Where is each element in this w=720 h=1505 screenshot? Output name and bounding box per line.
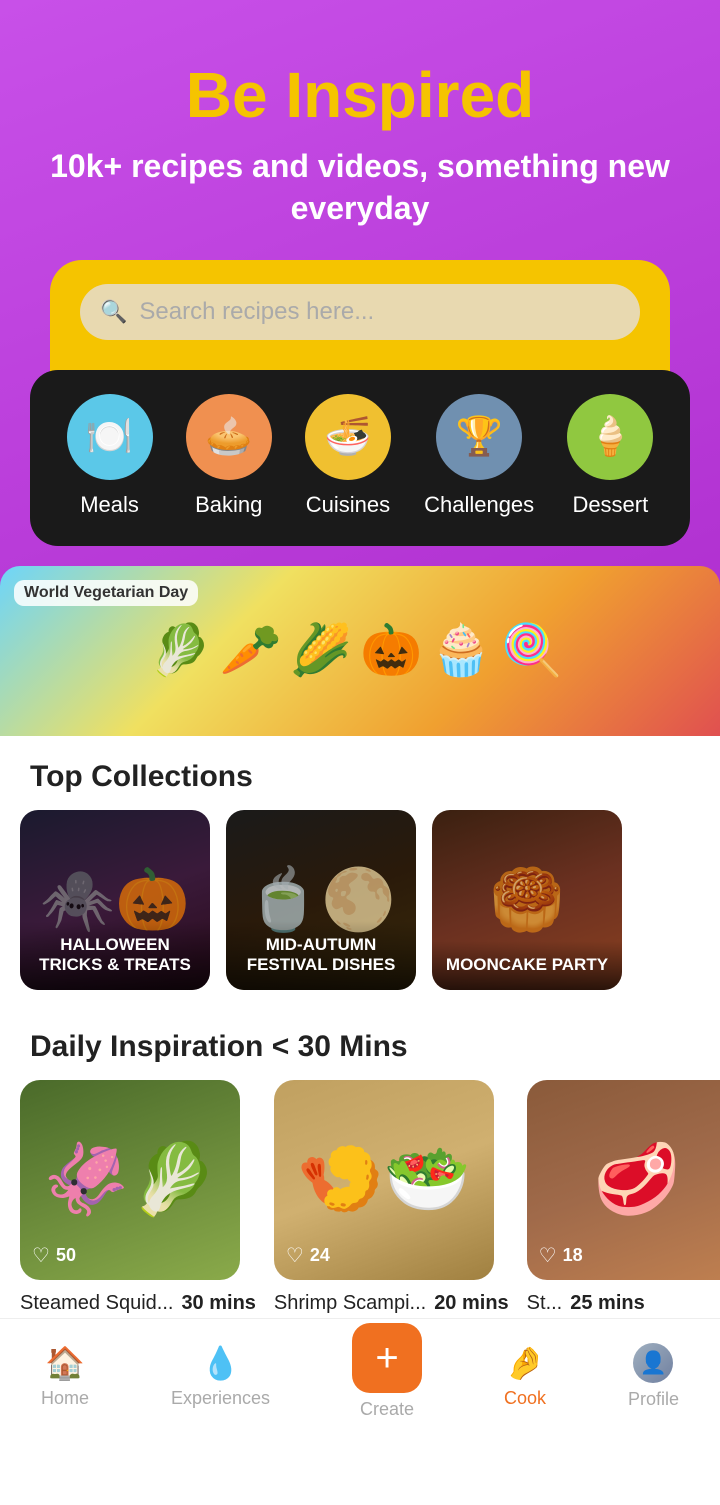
create-button[interactable]: + (352, 1323, 422, 1393)
cuisines-icon: 🍜 (324, 415, 371, 459)
challenges-label: Challenges (424, 492, 534, 518)
dessert-label: Dessert (572, 492, 648, 518)
category-bar: 🍽️ Meals 🥧 Baking 🍜 Cuisines 🏆 Challenge… (30, 370, 690, 546)
daily-inspiration-title: Daily Inspiration < 30 Mins (0, 1020, 720, 1080)
category-item-challenges[interactable]: 🏆 Challenges (424, 394, 534, 518)
search-bar[interactable]: 🔍 Search recipes here... (80, 284, 640, 340)
dessert-icon-circle: 🍦 (567, 394, 653, 480)
shrimp-name: Shrimp Scampi... (274, 1292, 426, 1315)
halloween-title: HALLOWEEN TRICKS & TREATS (20, 921, 210, 990)
nav-home[interactable]: 🏠 Home (41, 1344, 89, 1409)
recipe-third[interactable]: 🥩 ♡ 18 St... 25 mins (527, 1080, 720, 1315)
shrimp-heart-icon: ♡ (286, 1243, 304, 1268)
top-collections-title: Top Collections (0, 736, 720, 810)
category-item-dessert[interactable]: 🍦 Dessert (567, 394, 653, 518)
category-item-cuisines[interactable]: 🍜 Cuisines (305, 394, 391, 518)
mooncake-title: MOONCAKE PARTY (432, 941, 622, 989)
challenges-icon-circle: 🏆 (436, 394, 522, 480)
shrimp-info: Shrimp Scampi... 20 mins (274, 1292, 509, 1315)
banner-emojis: 🥬🥕🌽🎃🧁🍭 (149, 621, 571, 680)
cook-icon: 🤌 (505, 1344, 545, 1382)
shrimp-like-count: 24 (310, 1245, 330, 1266)
experiences-icon: 💧 (201, 1344, 241, 1382)
recipe-shrimp-scampi[interactable]: 🍤🥗 ♡ 24 Shrimp Scampi... 20 mins (274, 1080, 509, 1315)
search-placeholder: Search recipes here... (139, 298, 374, 326)
create-label: Create (360, 1399, 414, 1420)
hero-title: Be Inspired (40, 60, 680, 130)
home-label: Home (41, 1388, 89, 1409)
squid-like-count: 50 (56, 1245, 76, 1266)
nav-create[interactable]: + Create (352, 1333, 422, 1420)
nav-cook[interactable]: 🤌 Cook (504, 1344, 546, 1409)
third-like-count: 18 (563, 1245, 583, 1266)
baking-label: Baking (195, 492, 262, 518)
hero-section: Be Inspired 10k+ recipes and videos, som… (0, 0, 720, 260)
recipes-scroll: 🦑🥬 ♡ 50 Steamed Squid... 30 mins (0, 1080, 720, 1325)
shrimp-likes: ♡ 24 (286, 1243, 330, 1268)
experiences-label: Experiences (171, 1388, 270, 1409)
cuisines-label: Cuisines (306, 492, 390, 518)
page-content: Be Inspired 10k+ recipes and videos, som… (0, 0, 720, 1505)
shrimp-time: 20 mins (434, 1292, 508, 1315)
third-emoji: 🥩 (593, 1139, 680, 1221)
squid-heart-icon: ♡ (32, 1243, 50, 1268)
squid-image: 🦑🥬 ♡ 50 (20, 1080, 240, 1280)
profile-label: Profile (628, 1389, 679, 1410)
avatar-icon: 👤 (640, 1350, 667, 1376)
collection-mooncake[interactable]: 🥮 MOONCAKE PARTY (432, 810, 622, 990)
meals-label: Meals (80, 492, 139, 518)
third-image: 🥩 ♡ 18 (527, 1080, 720, 1280)
third-name: St... (527, 1292, 563, 1315)
nav-experiences[interactable]: 💧 Experiences (171, 1344, 270, 1409)
category-item-baking[interactable]: 🥧 Baking (186, 394, 272, 518)
cuisines-icon-circle: 🍜 (305, 394, 391, 480)
search-icon: 🔍 (100, 299, 127, 325)
third-info: St... 25 mins (527, 1292, 720, 1315)
category-item-meals[interactable]: 🍽️ Meals (67, 394, 153, 518)
third-heart-icon: ♡ (539, 1243, 557, 1268)
meals-icon: 🍽️ (86, 415, 133, 459)
squid-likes: ♡ 50 (32, 1243, 76, 1268)
collections-scroll: 🕷️🎃 HALLOWEEN TRICKS & TREATS 🍵🌕 MID-AUT… (0, 810, 720, 1010)
third-time: 25 mins (570, 1292, 644, 1315)
shrimp-image: 🍤🥗 ♡ 24 (274, 1080, 494, 1280)
cook-label: Cook (504, 1388, 546, 1409)
baking-icon: 🥧 (205, 415, 252, 459)
shrimp-emoji: 🍤🥗 (297, 1139, 471, 1221)
banner-label: World Vegetarian Day (14, 580, 198, 606)
collection-halloween[interactable]: 🕷️🎃 HALLOWEEN TRICKS & TREATS (20, 810, 210, 990)
nav-profile[interactable]: 👤 Profile (628, 1343, 679, 1410)
baking-icon-circle: 🥧 (186, 394, 272, 480)
daily-inspiration-section: Daily Inspiration < 30 Mins 🦑🥬 ♡ 50 Stea… (0, 1010, 720, 1345)
challenges-icon: 🏆 (455, 415, 502, 459)
home-icon: 🏠 (45, 1344, 85, 1382)
banner-background: World Vegetarian Day 🥬🥕🌽🎃🧁🍭 (0, 566, 720, 736)
squid-info: Steamed Squid... 30 mins (20, 1292, 256, 1315)
midautumn-title: MID-AUTUMN FESTIVAL DISHES (226, 921, 416, 990)
dessert-icon: 🍦 (587, 415, 634, 459)
squid-name: Steamed Squid... (20, 1292, 173, 1315)
squid-emoji: 🦑🥬 (43, 1139, 217, 1221)
avatar: 👤 (633, 1343, 673, 1383)
bottom-navigation: 🏠 Home 💧 Experiences + Create 🤌 Cook 👤 P… (0, 1318, 720, 1440)
mooncake-emoji: 🥮 (490, 864, 565, 935)
hero-subtitle: 10k+ recipes and videos, something new e… (40, 146, 680, 229)
squid-time: 30 mins (181, 1292, 255, 1315)
third-likes: ♡ 18 (539, 1243, 583, 1268)
collection-midautumn[interactable]: 🍵🌕 MID-AUTUMN FESTIVAL DISHES (226, 810, 416, 990)
banner-area: World Vegetarian Day 🥬🥕🌽🎃🧁🍭 (0, 566, 720, 736)
meals-icon-circle: 🍽️ (67, 394, 153, 480)
create-plus-icon: + (375, 1336, 398, 1381)
recipe-steamed-squid[interactable]: 🦑🥬 ♡ 50 Steamed Squid... 30 mins (20, 1080, 256, 1315)
